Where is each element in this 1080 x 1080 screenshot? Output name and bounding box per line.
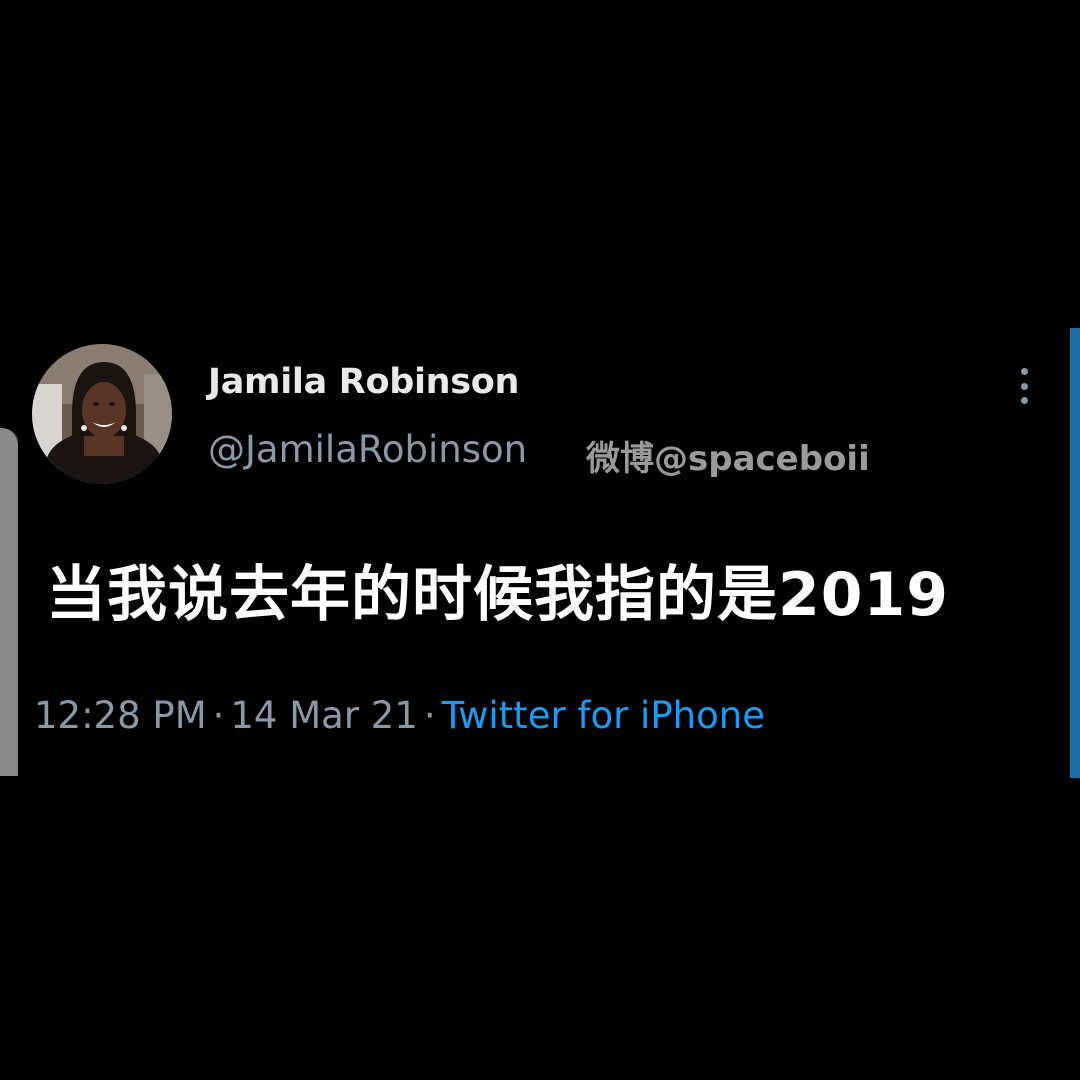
tweet-time[interactable]: 12:28 PM bbox=[34, 694, 207, 737]
more-dot bbox=[1020, 368, 1028, 375]
left-edge-panel bbox=[0, 428, 20, 776]
right-edge-accent bbox=[1070, 328, 1080, 778]
tweet-text: 当我说去年的时候我指的是2019 bbox=[46, 560, 949, 630]
avatar-image bbox=[32, 344, 172, 484]
meta-separator: · bbox=[212, 694, 225, 737]
tweet-source-link[interactable]: Twitter for iPhone bbox=[442, 694, 765, 737]
tweet-card[interactable]: Jamila Robinson @JamilaRobinson 微博@space… bbox=[18, 328, 1070, 778]
watermark-text: 微博@spaceboii bbox=[586, 439, 870, 479]
user-handle[interactable]: @JamilaRobinson bbox=[208, 428, 527, 471]
display-name[interactable]: Jamila Robinson bbox=[208, 362, 519, 402]
meta-separator: · bbox=[423, 694, 436, 737]
more-dot bbox=[1020, 382, 1028, 390]
avatar[interactable] bbox=[32, 344, 172, 484]
tweet-meta: 12:28 PM · 14 Mar 21 · Twitter for iPhone bbox=[34, 694, 765, 737]
more-dot bbox=[1020, 397, 1028, 404]
tweet-date[interactable]: 14 Mar 21 bbox=[230, 694, 418, 737]
more-vertical-icon[interactable] bbox=[1014, 368, 1034, 404]
